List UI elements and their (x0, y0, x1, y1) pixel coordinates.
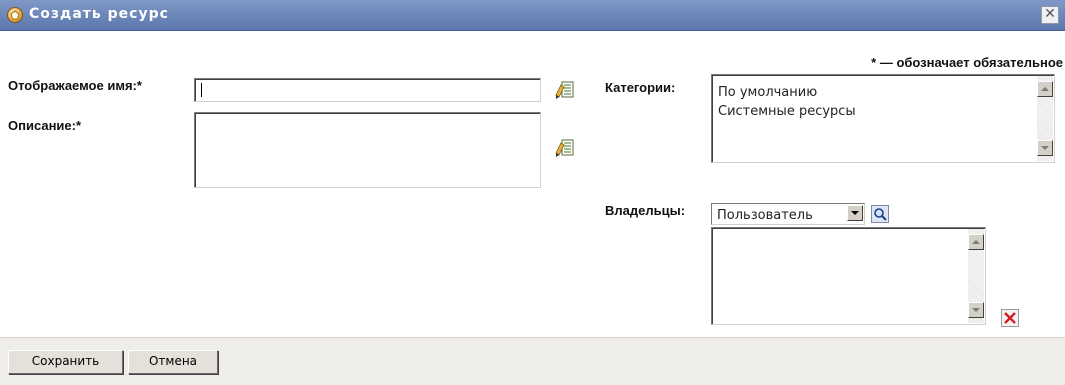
scroll-up-button[interactable] (1037, 81, 1053, 97)
edit-description-icon[interactable] (555, 138, 575, 158)
categories-scrollbar[interactable] (1037, 76, 1053, 161)
owners-label: Владельцы: (605, 203, 686, 218)
dialog-footer: Сохранить Отмена (0, 337, 1065, 385)
close-icon: ✕ (1044, 6, 1056, 22)
display-name-label: Отображаемое имя:* (8, 78, 142, 93)
category-item[interactable]: Системные ресурсы (718, 104, 856, 119)
scroll-down-button[interactable] (968, 302, 984, 318)
scroll-down-button[interactable] (1037, 140, 1053, 156)
edit-display-name-icon[interactable] (555, 80, 575, 100)
dialog-titlebar: Создать ресурс ✕ (0, 0, 1065, 31)
delete-x-icon[interactable] (1001, 309, 1019, 327)
categories-label: Категории: (605, 80, 676, 95)
description-label: Описание:* (8, 118, 82, 133)
dialog-title: Создать ресурс (29, 6, 169, 22)
display-name-input[interactable] (194, 78, 541, 102)
owners-scrollbar[interactable] (968, 229, 984, 323)
text-caret (201, 83, 202, 97)
magnifier-icon[interactable] (871, 205, 889, 223)
close-button[interactable]: ✕ (1041, 6, 1059, 24)
category-item[interactable]: По умолчанию (718, 85, 817, 100)
owners-listbox[interactable] (711, 227, 986, 325)
cancel-button[interactable]: Отмена (128, 350, 218, 374)
required-note: * — обозначает обязательное (871, 55, 1063, 70)
owner-type-value: Пользователь (717, 208, 813, 223)
scroll-up-button[interactable] (968, 234, 984, 250)
resource-icon (7, 7, 23, 23)
save-button[interactable]: Сохранить (8, 350, 123, 374)
owner-type-select[interactable]: Пользователь (711, 203, 865, 225)
description-textarea[interactable] (194, 112, 541, 188)
categories-listbox[interactable]: По умолчанию Системные ресурсы (711, 74, 1055, 163)
chevron-down-icon[interactable] (847, 205, 863, 221)
